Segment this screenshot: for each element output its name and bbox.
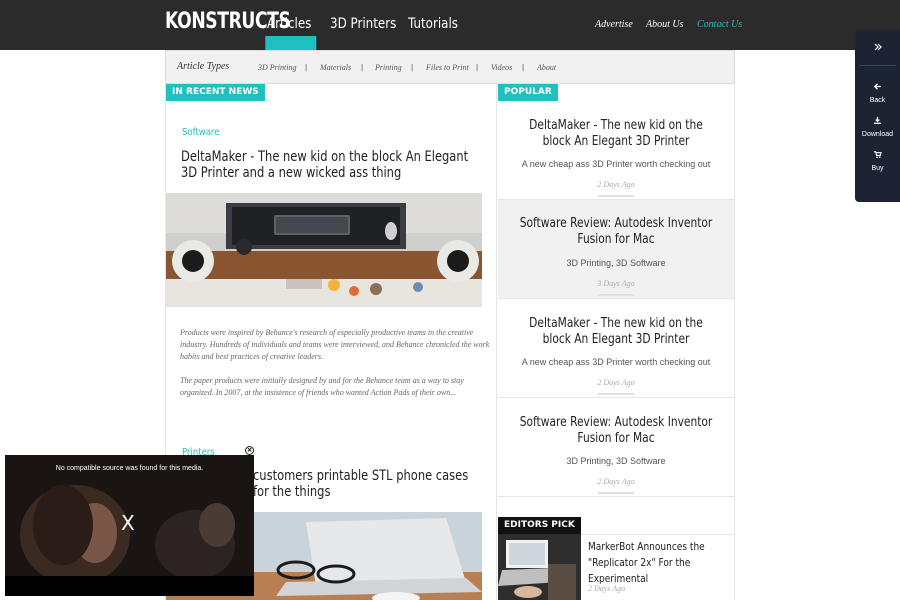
editors-pick-tag: EDITORS PICK [498, 517, 581, 534]
desk-photo [166, 193, 482, 307]
video-control-bar[interactable] [5, 576, 254, 596]
popular-item[interactable]: Software Review: Autodesk Inventor Fusio… [498, 200, 734, 299]
article-category[interactable]: Software [182, 127, 219, 138]
nav-articles-label: Articles [267, 16, 312, 32]
popular-item-divider [598, 294, 634, 296]
link-contact-us[interactable]: Contact Us [697, 19, 742, 30]
popular-column: POPULAR DeltaMaker - The new kid on the … [498, 84, 735, 600]
subnav-separator: | [476, 63, 479, 72]
popular-item-title[interactable]: DeltaMaker - The new kid on the block An… [519, 316, 713, 348]
popular-item-title[interactable]: DeltaMaker - The new kid on the block An… [519, 118, 713, 150]
floating-video-player[interactable]: No compatible source was found for this … [5, 455, 254, 596]
cart-icon [855, 150, 900, 162]
back-button[interactable]: Back [855, 82, 900, 104]
article-excerpt-p2: The paper products were initially design… [180, 376, 464, 397]
recent-news-tag: IN RECENT NEWS [166, 84, 265, 101]
download-label: Download [861, 131, 894, 138]
subnav-item-files-to-print[interactable]: Files to Print [426, 63, 469, 72]
video-error-message: No compatible source was found for this … [55, 465, 204, 472]
popular-item[interactable]: DeltaMaker - The new kid on the block An… [498, 101, 734, 200]
nav-articles[interactable]: Articles [265, 16, 317, 50]
expand-panel-button[interactable] [855, 42, 900, 55]
download-button[interactable]: Download [855, 116, 900, 138]
popular-item-subtitle: 3D Printing, 3D Software [566, 258, 666, 268]
side-panel-divider [859, 65, 896, 66]
popular-item[interactable]: Software Review: Autodesk Inventor Fusio… [498, 398, 734, 497]
article-title[interactable]: DeltaMaker - The new kid on the block An… [181, 149, 476, 181]
popular-item-date: 3 Days Ago [597, 279, 635, 288]
popular-item-date: 2 Days Ago [597, 180, 635, 189]
popular-tag: POPULAR [498, 84, 558, 101]
arrow-left-icon [855, 82, 900, 94]
popular-item-date: 2 Days Ago [597, 378, 635, 387]
popular-item-date: 2 Days Ago [597, 477, 635, 486]
laptop-typing-photo [498, 534, 581, 600]
popular-item-subtitle: 3D Printing, 3D Software [566, 456, 666, 466]
side-action-panel: Back Download Buy [855, 30, 900, 202]
popular-item-subtitle: A new cheap ass 3D Printer worth checkin… [521, 357, 711, 367]
popular-item-divider [598, 195, 634, 197]
popular-item-divider [598, 393, 634, 395]
article-image-desk[interactable] [166, 193, 482, 307]
subnav-item-3d-printing[interactable]: 3D Printing [258, 63, 296, 72]
link-about-us[interactable]: About Us [646, 19, 684, 30]
subnav-separator: | [522, 63, 525, 72]
article-types-title: Article Types [177, 61, 230, 72]
editors-pick-title[interactable]: MarkerBot Announces the "Replicator 2x" … [588, 539, 734, 587]
download-icon [855, 116, 900, 128]
popular-item[interactable]: DeltaMaker - The new kid on the block An… [498, 299, 734, 398]
buy-label: Buy [871, 165, 884, 172]
back-label: Back [869, 97, 886, 104]
close-icon[interactable]: × [245, 446, 254, 455]
subnav-item-printing[interactable]: Printing [375, 63, 402, 72]
editors-pick-date: 2 Days Ago [588, 584, 626, 593]
subnav-item-videos[interactable]: Videos [491, 63, 512, 72]
subnav-item-materials[interactable]: Materials [320, 63, 351, 72]
subnav-item-about[interactable]: About [537, 63, 556, 72]
article-excerpt-p1: Products were inspired by Behance's rese… [180, 328, 490, 361]
editors-pick-image[interactable] [498, 534, 581, 600]
popular-item-divider [598, 492, 634, 494]
popular-item-title[interactable]: Software Review: Autodesk Inventor Fusio… [519, 216, 713, 248]
buy-button[interactable]: Buy [855, 150, 900, 172]
popular-item-subtitle: A new cheap ass 3D Printer worth checkin… [521, 159, 711, 169]
subnav-separator: | [411, 63, 414, 72]
popular-item-title[interactable]: Software Review: Autodesk Inventor Fusio… [519, 415, 713, 447]
link-advertise[interactable]: Advertise [595, 19, 633, 30]
article-types-bar: Article Types 3D Printing | Materials | … [165, 50, 735, 84]
nav-tutorials[interactable]: Tutorials [408, 16, 458, 32]
subnav-separator: | [361, 63, 364, 72]
subnav-separator: | [305, 63, 308, 72]
top-navigation-bar: KONSTRUCTS Articles 3D Printers Tutorial… [0, 0, 900, 50]
nav-3d-printers[interactable]: 3D Printers [330, 16, 396, 32]
video-dismiss-x[interactable]: X [121, 511, 135, 535]
article-title[interactable]: customers printable STL phone cases for … [253, 468, 483, 500]
double-chevron-right-icon [855, 42, 900, 55]
